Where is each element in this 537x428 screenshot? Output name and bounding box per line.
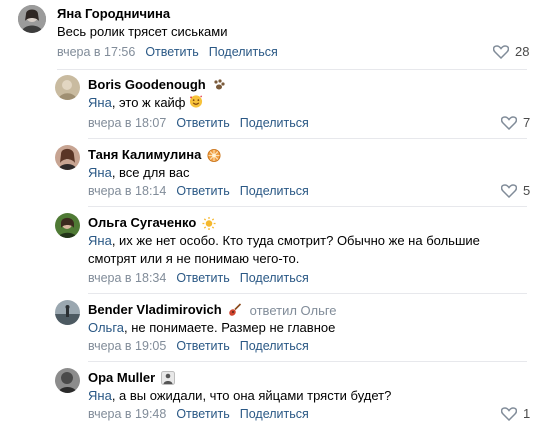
smiling-face-with-hearts-emoji-icon <box>189 94 203 108</box>
heart-outline-icon <box>501 183 517 198</box>
mention-link[interactable]: Яна <box>88 165 112 180</box>
reply-button[interactable]: Ответить <box>176 271 229 285</box>
comment-text: Яна, все для вас <box>88 165 190 180</box>
share-button[interactable]: Поделиться <box>240 184 309 198</box>
comment-date[interactable]: вчера в 18:34 <box>88 271 166 285</box>
comment-date[interactable]: вчера в 18:07 <box>88 116 166 130</box>
comment-meta: вчера в 17:56 Ответить Поделиться <box>57 44 278 60</box>
mention-link[interactable]: Яна <box>88 95 112 110</box>
like-count: 28 <box>515 44 530 59</box>
like-count: 7 <box>523 115 531 130</box>
comment-text: Яна, их же нет особо. Кто туда смотрит? … <box>88 233 480 266</box>
divider <box>57 69 527 70</box>
divider <box>88 293 527 294</box>
guitar-emoji-icon <box>228 303 242 317</box>
like-count: 1 <box>523 406 531 421</box>
reply-button[interactable]: Ответить <box>145 45 198 59</box>
comment-author[interactable]: Таня Калимулина <box>88 147 201 163</box>
heart-outline-icon <box>501 115 517 130</box>
comment-date[interactable]: вчера в 19:05 <box>88 339 166 353</box>
comment-meta: вчера в 18:14 Ответить Поделиться <box>88 183 309 199</box>
share-button[interactable]: Поделиться <box>240 116 309 130</box>
heart-outline-icon <box>501 406 517 421</box>
like-count: 5 <box>523 183 531 198</box>
divider <box>88 206 527 207</box>
reply-button[interactable]: Ответить <box>176 339 229 353</box>
avatar[interactable] <box>55 368 80 393</box>
comment-text: Яна, а вы ожидали, что она яйцами трясти… <box>88 388 392 403</box>
share-button[interactable]: Поделиться <box>240 339 309 353</box>
comment-author[interactable]: Boris Goodenough <box>88 77 206 93</box>
replied-to-link[interactable]: ответил Ольге <box>250 303 337 318</box>
comment-meta: вчера в 18:34 Ответить Поделиться <box>88 270 309 286</box>
reply-button[interactable]: Ответить <box>176 184 229 198</box>
mention-link[interactable]: Ольга <box>88 320 124 335</box>
like-button[interactable]: 7 <box>501 115 530 130</box>
comment-date[interactable]: вчера в 19:48 <box>88 407 166 421</box>
comment-text: Ольга, не понимаете. Размер не главное <box>88 320 336 335</box>
comment-meta: вчера в 18:07 Ответить Поделиться <box>88 115 309 131</box>
sun-emoji-icon <box>202 216 216 231</box>
comment-author[interactable]: Opa Muller <box>88 370 155 386</box>
avatar[interactable] <box>55 213 80 238</box>
avatar[interactable] <box>55 300 80 325</box>
comment-text: Яна, это ж кайф <box>88 94 203 112</box>
dharma-wheel-emoji-icon <box>207 148 221 163</box>
like-button[interactable]: 28 <box>493 44 529 59</box>
comment-meta: вчера в 19:48 Ответить Поделиться <box>88 406 309 422</box>
avatar[interactable] <box>18 5 46 33</box>
divider <box>88 361 527 362</box>
avatar[interactable] <box>55 145 80 170</box>
mention-link[interactable]: Яна <box>88 388 112 403</box>
comment-author[interactable]: Яна Городничина <box>57 6 170 22</box>
mention-link[interactable]: Яна <box>88 233 112 248</box>
comment-author[interactable]: Bender Vladimirovich <box>88 302 222 318</box>
paw-emoji-icon <box>212 78 226 92</box>
avatar[interactable] <box>55 75 80 100</box>
share-button[interactable]: Поделиться <box>240 407 309 421</box>
comment-date[interactable]: вчера в 17:56 <box>57 45 135 59</box>
share-button[interactable]: Поделиться <box>209 45 278 59</box>
divider <box>88 138 527 139</box>
person-emoji-icon <box>161 371 176 385</box>
reply-button[interactable]: Ответить <box>176 407 229 421</box>
share-button[interactable]: Поделиться <box>240 271 309 285</box>
comment-date[interactable]: вчера в 18:14 <box>88 184 166 198</box>
reply-button[interactable]: Ответить <box>176 116 229 130</box>
comment-meta: вчера в 19:05 Ответить Поделиться <box>88 338 309 354</box>
like-button[interactable]: 5 <box>501 183 530 198</box>
comment-author[interactable]: Ольга Сугаченко <box>88 215 196 231</box>
heart-outline-icon <box>493 44 509 59</box>
like-button[interactable]: 1 <box>501 406 530 421</box>
comment-text: Весь ролик трясет сиськами <box>57 24 228 39</box>
